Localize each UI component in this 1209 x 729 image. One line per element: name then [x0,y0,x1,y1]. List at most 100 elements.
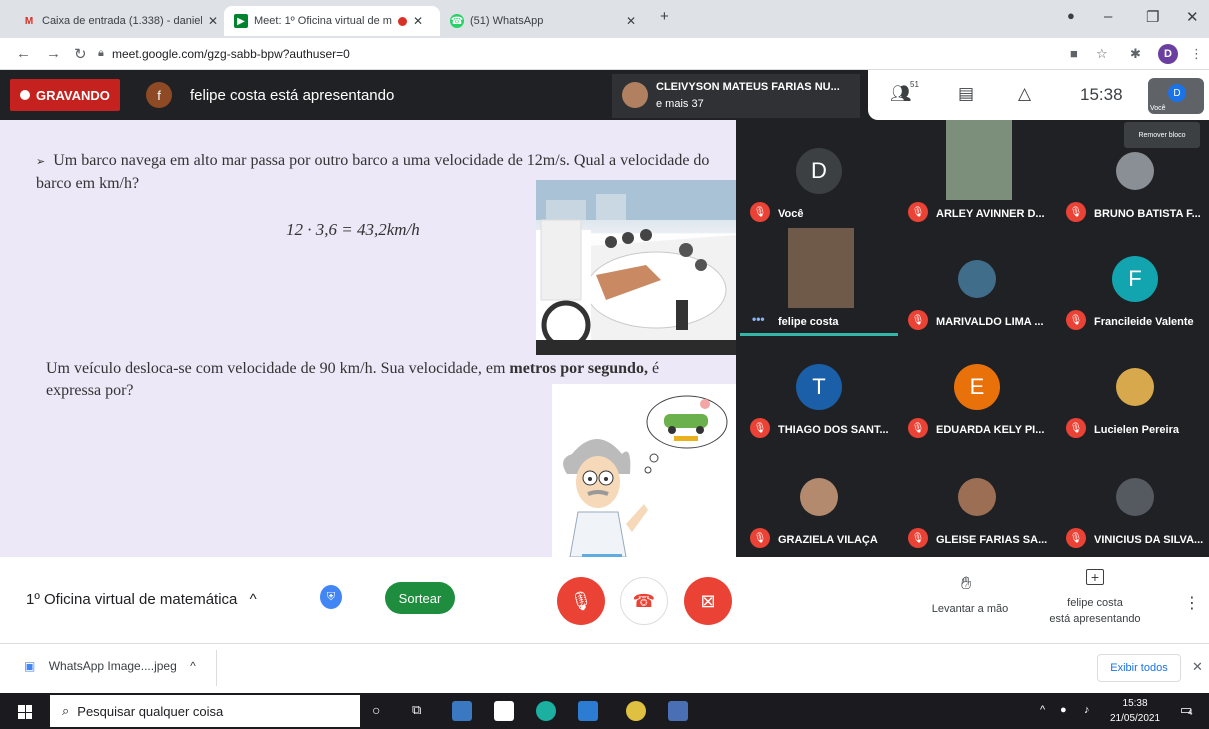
store-icon[interactable] [494,701,514,721]
tab-gmail[interactable]: M Caixa de entrada (1.338) - daniel ✕ [12,6,228,36]
self-view[interactable]: D Você [1148,78,1204,114]
mic-muted-icon: 🎙︎ [750,202,770,222]
participant-name: VINICIUS DA SILVA... [1094,534,1204,546]
raise-hand-icon[interactable]: ✋︎ [961,573,971,594]
camera-off-icon: ⊠ [700,590,716,611]
participant-tile[interactable]: T 🎙︎ THIAGO DOS SANT... [740,336,898,444]
close-window-icon[interactable]: ✕ [1186,8,1199,26]
mic-muted-icon: 🎙︎ [1066,528,1086,548]
mic-muted-icon: 🎙︎ [908,202,928,222]
taskbar-clock[interactable]: 15:38 21/05/2021 [1110,696,1160,726]
participant-name: GRAZIELA VILAÇA [778,534,878,546]
extensions-icon[interactable]: ✱ [1130,46,1141,62]
explorer-icon[interactable] [452,701,472,721]
mic-muted-icon: 🎙︎ [1066,202,1086,222]
meet-clock: 15:38 [1080,85,1123,104]
participant-photo [1116,152,1154,190]
mic-off-icon: 🎙︎ [569,590,593,611]
participant-video [946,120,1012,200]
mic-muted-icon: 🎙︎ [908,310,928,330]
participant-name: Você [778,208,804,220]
participant-tile[interactable]: 🎙︎ MARIVALDO LIMA ... [898,228,1056,336]
taskbar-search[interactable]: ⌕ Pesquisar qualquer coisa [50,695,360,727]
network-icon[interactable]: ♪ [1084,704,1090,716]
self-avatar: D [1168,84,1186,102]
leave-call-button[interactable]: ☎ [620,577,668,625]
slide-formula: 12 · 3,6 = 43,2km/h [286,220,420,239]
menu-dots-icon[interactable]: ⋮ [1190,46,1203,62]
mic-off-button[interactable]: 🎙︎ [557,577,605,625]
media-icon[interactable]: ● [1067,8,1075,23]
speaking-indicator-icon: ••• [752,312,765,326]
close-tab-icon[interactable]: ✕ [208,14,218,28]
meeting-title[interactable]: 1º Oficina virtual de matemática ^ [26,591,257,608]
close-tab-icon[interactable]: ✕ [413,14,423,28]
windows-start-icon[interactable] [18,705,32,719]
close-tab-icon[interactable]: ✕ [626,14,636,28]
participant-tile[interactable]: F 🎙︎ Francileide Valente [1056,228,1209,336]
camera-off-button[interactable]: ⊠ [684,577,732,625]
show-all-button[interactable]: Exibir todos [1097,654,1181,682]
screen: M Caixa de entrada (1.338) - daniel ✕ ▶ … [0,0,1209,729]
taskbar-date: 21/05/2021 [1110,713,1161,724]
present-screen-icon[interactable]: + [1086,569,1104,585]
participant-tile[interactable]: 🎙︎ ARLEY AVINNER D... [898,120,1056,228]
task-view-icon[interactable]: ⧉ [412,702,421,718]
profile-avatar[interactable]: D [1158,44,1178,64]
sortear-button[interactable]: Sortear [385,582,455,614]
close-downloads-icon[interactable]: ✕ [1192,659,1203,675]
shield-icon[interactable]: ⛨ [320,585,342,609]
forward-icon[interactable]: → [46,45,61,62]
activities-icon[interactable]: △ [1018,84,1031,104]
windows-taskbar: ⌕ Pesquisar qualquer coisa ○ ⧉ ^ ● ♪ 15:… [0,693,1209,729]
notification-count: 4 [1188,708,1193,717]
camera-icon[interactable]: ■ [1070,46,1078,61]
participant-tile[interactable]: D 🎙︎ Você [740,120,898,228]
self-label: Você [1150,105,1166,112]
edge-icon[interactable] [536,701,556,721]
meeting-title-text: 1º Oficina virtual de matemática [26,591,238,608]
participant-avatar: D [796,148,842,194]
downloads-bar: ▣ WhatsApp Image....jpeg ^ Exibir todos … [0,643,1209,693]
tab-whatsapp[interactable]: ☎ (51) WhatsApp ✕ [440,6,650,36]
boat-dashboard-image [536,180,736,355]
chrome-icon[interactable] [626,701,646,721]
back-icon[interactable]: ← [16,45,31,62]
new-tab-icon[interactable]: + [660,8,669,25]
more-options-icon[interactable]: ⋮ [1184,593,1200,613]
tray-app-icon[interactable]: ● [1060,704,1067,716]
bullet-arrow-icon: ➢ [36,156,46,168]
bookmark-star-icon[interactable]: ☆ [1096,46,1108,62]
participant-tile[interactable]: 🎙︎ GRAZIELA VILAÇA [740,446,898,554]
mic-muted-icon: 🎙︎ [908,528,928,548]
file-icon: ▣ [24,659,36,673]
participant-count: 51 [910,80,919,89]
url-field[interactable]: meet.google.com/gzg-sabb-bpw?authuser=0 [112,47,350,61]
participant-tile[interactable]: 🎙︎ GLEISE FARIAS SA... [898,446,1056,554]
recording-label: GRAVANDO [36,87,110,103]
recording-dot-icon [20,90,30,100]
participant-tile[interactable]: 🎙︎ Lucielen Pereira [1056,336,1209,444]
restore-icon[interactable]: ❐ [1146,8,1159,26]
photos-icon[interactable] [668,701,688,721]
download-item[interactable]: ▣ WhatsApp Image....jpeg ^ [24,659,196,673]
minimize-icon[interactable]: – [1104,8,1112,25]
reload-icon[interactable]: ↻ [74,45,87,63]
active-speaker: CLEIVYSON MATEUS FARIAS NU... e mais 37 [612,74,860,118]
raise-hand-label[interactable]: Levantar a mão [920,603,1020,615]
tab-meet[interactable]: ▶ Meet: 1º Oficina virtual de m ✕ [224,6,440,36]
boat-illustration [536,180,736,355]
chat-icon[interactable]: ▤ [958,84,974,104]
mail-icon[interactable] [578,701,598,721]
tray-chevron-icon[interactable]: ^ [1040,704,1045,716]
divider [216,650,217,686]
cortana-icon[interactable]: ○ [372,702,380,718]
tab-title: Meet: 1º Oficina virtual de m [254,15,392,27]
participant-avatar: E [954,364,1000,410]
chevron-up-icon: ^ [190,659,196,673]
people-icon[interactable]: 👥︎ [890,84,912,104]
participant-tile[interactable]: ••• felipe costa [740,228,898,336]
presentation-slide: ➢ Um barco navega em alto mar passa por o… [0,120,736,558]
participant-tile[interactable]: 🎙︎ VINICIUS DA SILVA... [1056,446,1209,554]
participant-tile[interactable]: E 🎙︎ EDUARDA KELY PI... [898,336,1056,444]
